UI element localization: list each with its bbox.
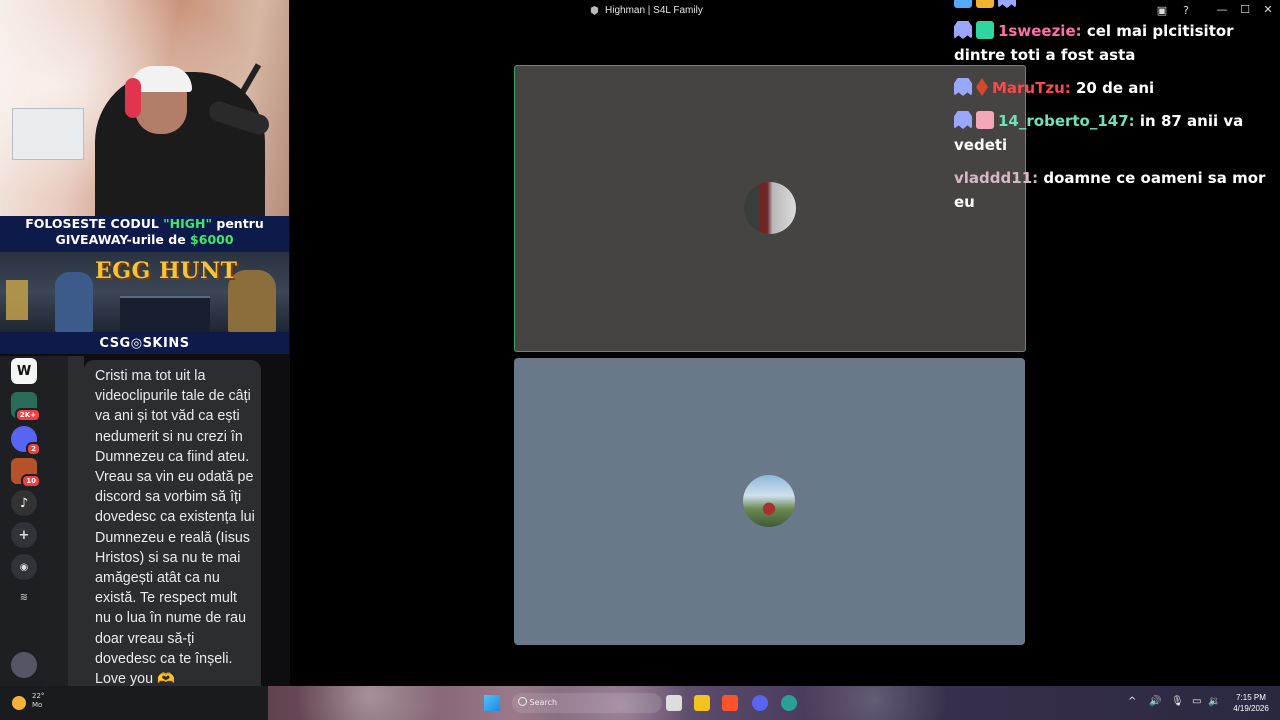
bot-badge-icon bbox=[954, 21, 972, 39]
call-tile[interactable] bbox=[514, 358, 1025, 645]
weather-icon[interactable] bbox=[12, 696, 26, 710]
sponsor-banner: CSG◎SKINS bbox=[0, 332, 289, 354]
chat-message: 1sweezie: cel mai plcitisitor dintre tot… bbox=[954, 19, 1274, 67]
chat-message: MaruTzu: 20 de ani bbox=[954, 76, 1274, 100]
task-view-icon[interactable] bbox=[666, 695, 682, 711]
globe-app-icon[interactable] bbox=[781, 695, 797, 711]
grid-server-icon[interactable]: 2K+ bbox=[11, 392, 41, 422]
network-icon[interactable]: ▭ bbox=[1192, 696, 1201, 707]
streamer-webcam bbox=[0, 0, 289, 216]
star-server-icon[interactable]: 10 bbox=[11, 458, 41, 488]
taskbar-search[interactable]: Search bbox=[512, 693, 662, 713]
tray-chevron-icon[interactable]: ^ bbox=[1128, 696, 1136, 707]
chat-username: 14_roberto_147: bbox=[998, 112, 1135, 130]
taskbar: 22° Mo Search ^ 🔊 🎙 ▭ 🔉 7:15 PM 4/19/2026 bbox=[0, 686, 1280, 720]
gift-badge-icon bbox=[976, 111, 994, 129]
headset-icon bbox=[125, 78, 141, 118]
windows-start-icon[interactable] bbox=[484, 695, 500, 711]
chat-username: 1sweezie: bbox=[998, 22, 1082, 40]
participant-avatar bbox=[744, 182, 796, 234]
bot-badge-icon bbox=[954, 78, 972, 96]
chat-text: 20 de ani bbox=[1076, 79, 1155, 97]
badge-icon bbox=[976, 0, 994, 8]
rss-icon: ≋ bbox=[19, 591, 29, 603]
brave-browser-icon[interactable] bbox=[722, 695, 738, 711]
chat-message: vladdd11: doamne ce oameni sa mor eu bbox=[954, 166, 1274, 214]
server-list: W 2K+ 2 10 ♪ + ◉ ≋ bbox=[0, 356, 44, 686]
chat-server-icon[interactable]: 2 bbox=[11, 426, 41, 456]
discord-taskbar-icon[interactable] bbox=[752, 695, 768, 711]
chat-message-partial bbox=[954, 0, 1274, 12]
dm-message-text: Cristi ma tot uit la videoclipurile tale… bbox=[95, 368, 255, 688]
egg-hunt-title: EGG HUNT bbox=[95, 258, 238, 284]
explore-icon[interactable]: ◉ bbox=[11, 554, 37, 580]
channel-sidebar bbox=[44, 356, 84, 686]
chat-message: 14_roberto_147: in 87 anii va vedeti bbox=[954, 109, 1274, 157]
user-avatar[interactable] bbox=[11, 652, 37, 678]
window-title: Highman | S4L Family bbox=[590, 5, 703, 16]
participant-avatar bbox=[743, 475, 795, 527]
rune-badge-icon bbox=[976, 78, 988, 96]
chat-username: MaruTzu: bbox=[992, 79, 1071, 97]
microphone-tray-icon[interactable]: 🎙 bbox=[1171, 696, 1184, 707]
clock[interactable]: 7:15 PM 4/19/2026 bbox=[1226, 692, 1276, 714]
bot-badge-icon bbox=[954, 111, 972, 129]
w-server-icon[interactable]: W bbox=[11, 358, 37, 384]
badge-icon bbox=[998, 0, 1016, 8]
chat-text: cel mai plcitisitor dintre toti a fost a… bbox=[954, 22, 1234, 64]
call-tile-speaking[interactable] bbox=[514, 65, 1026, 352]
dm-message-bubble: Cristi ma tot uit la videoclipurile tale… bbox=[84, 360, 261, 712]
chat-username: vladdd11: bbox=[954, 169, 1039, 187]
badge-icon bbox=[954, 0, 972, 8]
add-server-icon[interactable]: + bbox=[11, 522, 37, 548]
search-icon bbox=[518, 697, 527, 706]
volume-icon[interactable]: 🔉 bbox=[1208, 696, 1220, 707]
file-explorer-icon[interactable] bbox=[694, 695, 710, 711]
gift-badge-icon bbox=[976, 21, 994, 39]
egg-hunt-banner: EGG HUNT bbox=[0, 252, 289, 332]
speaker-icon[interactable]: 🔊 bbox=[1149, 696, 1161, 707]
music-server-icon[interactable]: ♪ bbox=[11, 490, 37, 516]
weather-widget[interactable]: 22° Mo bbox=[32, 692, 44, 710]
discord-icon bbox=[590, 6, 599, 15]
promo-banner: FOLOSESTE CODUL "HIGH" pentru GIVEAWAY-u… bbox=[0, 216, 289, 252]
